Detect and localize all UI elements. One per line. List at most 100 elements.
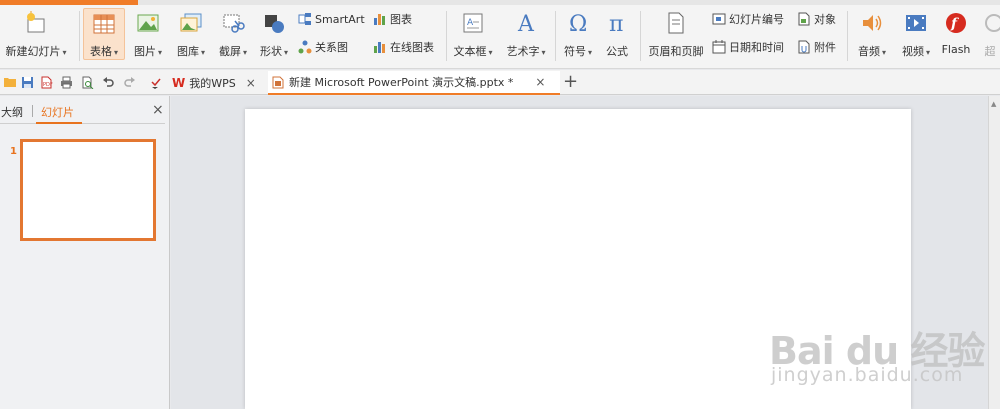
customize-toolbar-icon[interactable]	[148, 75, 162, 89]
table-button[interactable]: 表格 ▾	[83, 8, 125, 60]
table-dropdown-icon[interactable]: ▾	[114, 48, 118, 57]
textbox-dropdown-icon[interactable]: ▾	[488, 48, 492, 57]
ribbon-divider	[446, 11, 447, 61]
wordart-icon: A	[512, 9, 540, 37]
shapes-dropdown-icon[interactable]: ▾	[284, 48, 288, 57]
flash-button[interactable]: f Flash	[937, 5, 975, 63]
wordart-label: 艺术字	[506, 45, 540, 58]
insert-ribbon: 新建幻灯片 ▾ 表格 ▾ 图片 ▾ 图库 ▾ 截屏 ▾ 形状 ▾ SmartAr…	[0, 5, 1000, 69]
ribbon-divider	[555, 11, 556, 61]
textbox-button[interactable]: A 文本框 ▾	[448, 5, 498, 63]
attachment-icon	[797, 40, 811, 54]
wordart-dropdown-icon[interactable]: ▾	[541, 48, 545, 57]
object-icon	[797, 12, 811, 26]
online-chart-button[interactable]: 在线图表	[373, 38, 434, 56]
gallery-label: 图库	[176, 45, 199, 58]
screenshot-button[interactable]: 截屏 ▾	[212, 5, 254, 63]
print-preview-icon[interactable]	[80, 75, 94, 89]
new-slide-button[interactable]: 新建幻灯片 ▾	[0, 5, 72, 63]
wordart-button[interactable]: A 艺术字 ▾	[500, 5, 552, 63]
print-icon[interactable]	[59, 75, 73, 89]
video-dropdown-icon[interactable]: ▾	[926, 48, 930, 57]
date-time-button[interactable]: 日期和时间	[712, 38, 784, 56]
tab-outline[interactable]: 大纲	[1, 104, 23, 120]
hyperlink-label: 超	[984, 45, 996, 58]
textbox-icon: A	[459, 9, 487, 37]
flash-label: Flash	[941, 43, 971, 56]
tab-my-wps[interactable]: W 我的WPS ×	[172, 71, 266, 95]
audio-button[interactable]: 音频 ▾	[851, 5, 893, 63]
undo-icon[interactable]	[101, 75, 115, 89]
attachment-label: 附件	[814, 41, 836, 54]
gallery-button[interactable]: 图库 ▾	[170, 5, 212, 63]
page-icon	[662, 9, 690, 37]
relation-chart-button[interactable]: 关系图	[298, 38, 348, 56]
object-button[interactable]: 对象	[797, 10, 836, 28]
relation-chart-icon	[298, 40, 312, 54]
symbol-button[interactable]: Ω 符号 ▾	[558, 5, 598, 63]
picture-dropdown-icon[interactable]: ▾	[158, 48, 162, 57]
active-tab-indicator	[36, 122, 82, 124]
new-slide-dropdown-icon[interactable]: ▾	[62, 48, 66, 57]
new-tab-button[interactable]: +	[563, 72, 578, 92]
wps-logo-icon: W	[172, 76, 186, 90]
slide-number-button[interactable]: 幻灯片编号	[712, 10, 784, 28]
export-pdf-icon[interactable]: PDF	[39, 75, 53, 89]
new-slide-icon	[22, 9, 50, 37]
date-time-label: 日期和时间	[729, 41, 784, 54]
picture-button[interactable]: 图片 ▾	[127, 5, 169, 63]
smartart-button[interactable]: SmartArt	[298, 10, 365, 28]
hyperlink-button[interactable]: 超	[980, 5, 1000, 63]
symbol-label: 符号	[563, 45, 586, 58]
shapes-button[interactable]: 形状 ▾	[254, 5, 294, 63]
bar-chart-icon	[373, 12, 387, 26]
pane-tabs: 大纲 幻灯片 ×	[0, 102, 170, 120]
redo-icon[interactable]	[122, 75, 136, 89]
chart-label: 图表	[390, 13, 412, 26]
slide-number-label: 幻灯片编号	[729, 13, 784, 26]
open-folder-icon[interactable]	[3, 75, 17, 89]
formula-label: 公式	[606, 45, 628, 58]
slide-thumbnail[interactable]	[20, 139, 156, 241]
symbol-dropdown-icon[interactable]: ▾	[588, 48, 592, 57]
screenshot-dropdown-icon[interactable]: ▾	[243, 48, 247, 57]
chart-button[interactable]: 图表	[373, 10, 412, 28]
smartart-icon	[298, 12, 312, 26]
speaker-icon	[858, 9, 886, 37]
save-icon[interactable]	[20, 75, 34, 89]
attachment-button[interactable]: 附件	[797, 38, 836, 56]
svg-text:Ω: Ω	[569, 12, 587, 35]
gallery-dropdown-icon[interactable]: ▾	[201, 48, 205, 57]
audio-dropdown-icon[interactable]: ▾	[882, 48, 886, 57]
online-chart-label: 在线图表	[390, 41, 434, 54]
slide-number-icon	[712, 12, 726, 26]
tab-close-icon[interactable]: ×	[246, 76, 256, 90]
scroll-up-icon[interactable]: ▲	[991, 100, 996, 108]
online-chart-icon	[373, 40, 387, 54]
wps-presentation-window: 新建幻灯片 ▾ 表格 ▾ 图片 ▾ 图库 ▾ 截屏 ▾ 形状 ▾ SmartAr…	[0, 0, 1000, 409]
ribbon-divider	[847, 11, 848, 61]
tab-document[interactable]: 新建 Microsoft PowerPoint 演示文稿.pptx * ×	[268, 71, 560, 95]
gallery-icon	[177, 9, 205, 37]
picture-label: 图片	[133, 45, 156, 58]
tab-close-icon[interactable]: ×	[535, 75, 545, 89]
watermark-url: jingyan.baidu.com	[771, 364, 964, 386]
pptx-file-icon	[272, 76, 284, 89]
table-icon	[90, 10, 118, 38]
scissors-icon	[219, 9, 247, 37]
document-tab-bar: PDF W 我的WPS × 新建 Microsoft PowerPoint 演示…	[0, 70, 1000, 95]
omega-icon: Ω	[564, 9, 592, 37]
relation-chart-label: 关系图	[315, 41, 348, 54]
slide-number: 1	[10, 146, 17, 157]
pane-close-icon[interactable]: ×	[152, 102, 164, 118]
ribbon-divider	[79, 11, 80, 61]
tab-document-label: 新建 Microsoft PowerPoint 演示文稿.pptx *	[289, 76, 514, 89]
svg-text:A: A	[467, 18, 474, 28]
header-footer-button[interactable]: 页眉和页脚	[645, 5, 707, 63]
video-button[interactable]: 视频 ▾	[895, 5, 937, 63]
pi-icon: π	[603, 9, 631, 37]
ribbon-divider	[640, 11, 641, 61]
formula-button[interactable]: π 公式	[600, 5, 634, 63]
tab-slides[interactable]: 幻灯片	[41, 104, 74, 120]
tab-my-wps-label: 我的WPS	[189, 77, 236, 90]
